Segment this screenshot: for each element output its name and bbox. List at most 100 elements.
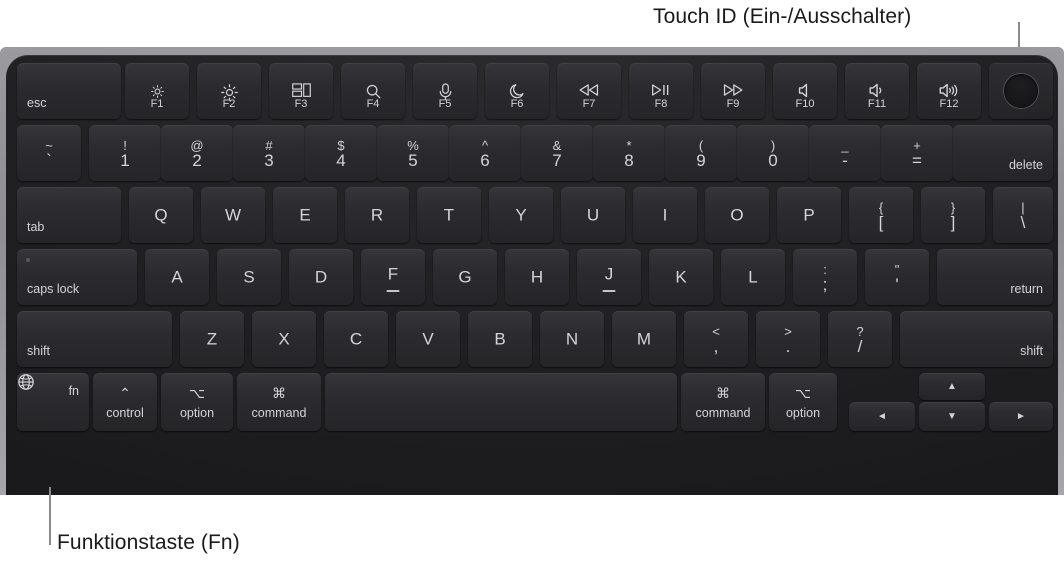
key-f4[interactable]: F4	[341, 63, 405, 119]
key-2[interactable]: @ 2	[161, 125, 233, 181]
key-f5[interactable]: F5	[413, 63, 477, 119]
key-touch-id[interactable]	[989, 63, 1053, 119]
key-t-label: T	[443, 205, 455, 225]
key-f[interactable]: F	[361, 249, 425, 305]
key-y[interactable]: Y	[489, 187, 553, 243]
key-u[interactable]: U	[561, 187, 625, 243]
key-h[interactable]: H	[505, 249, 569, 305]
key-5[interactable]: % 5	[377, 125, 449, 181]
key-c[interactable]: C	[324, 311, 388, 367]
key-arrow-left[interactable]: ◄	[849, 402, 915, 431]
key-1-lower: 1	[120, 151, 130, 170]
key-f1[interactable]: F1	[125, 63, 189, 119]
mission-control-icon	[269, 83, 333, 98]
key-arrow-up[interactable]: ▲	[919, 373, 985, 400]
key-7[interactable]: & 7	[521, 125, 593, 181]
key-e[interactable]: E	[273, 187, 337, 243]
key-3[interactable]: # 3	[233, 125, 305, 181]
control-symbol-icon: ⌃	[119, 385, 131, 401]
key-control[interactable]: ⌃ control	[93, 373, 157, 431]
key-g[interactable]: G	[433, 249, 497, 305]
fast-forward-icon	[701, 83, 765, 97]
key-shift-right[interactable]: shift	[900, 311, 1053, 367]
key-f3[interactable]: F3	[269, 63, 333, 119]
key-n[interactable]: N	[540, 311, 604, 367]
key-8[interactable]: * 8	[593, 125, 665, 181]
key-b[interactable]: B	[468, 311, 532, 367]
key-shift-left[interactable]: shift	[17, 311, 172, 367]
key-f7[interactable]: F7	[557, 63, 621, 119]
key-9-lower: 9	[696, 151, 706, 170]
key-comma[interactable]: < ,	[684, 311, 748, 367]
key-quote[interactable]: " '	[865, 249, 929, 305]
key-bracket-left[interactable]: { [	[849, 187, 913, 243]
key-arrow-down[interactable]: ▼	[919, 402, 985, 431]
key-return[interactable]: return	[937, 249, 1053, 305]
key-bracket-right[interactable]: } ]	[921, 187, 985, 243]
key-space[interactable]	[325, 373, 677, 431]
key-f9[interactable]: F9	[701, 63, 765, 119]
touch-id-icon	[1004, 74, 1038, 108]
key-6[interactable]: ^ 6	[449, 125, 521, 181]
key-1[interactable]: ! 1	[89, 125, 161, 181]
key-grave[interactable]: ~ `	[17, 125, 81, 181]
key-delete[interactable]: delete	[953, 125, 1053, 181]
key-option-right-label: option	[785, 405, 821, 420]
key-minus[interactable]: _ -	[809, 125, 881, 181]
key-m[interactable]: M	[612, 311, 676, 367]
key-period[interactable]: > .	[756, 311, 820, 367]
key-option-right[interactable]: ⌥ option	[769, 373, 837, 431]
key-equal[interactable]: + =	[881, 125, 953, 181]
key-f6[interactable]: F6	[485, 63, 549, 119]
key-bracket-left-lower: [	[878, 213, 884, 232]
volume-up-icon	[917, 83, 981, 98]
key-w[interactable]: W	[201, 187, 265, 243]
key-quote-lower: '	[895, 275, 899, 294]
key-p[interactable]: P	[777, 187, 841, 243]
key-h-label: H	[530, 267, 544, 287]
key-4[interactable]: $ 4	[305, 125, 377, 181]
key-f10[interactable]: F10	[773, 63, 837, 119]
key-arrow-right[interactable]: ►	[989, 402, 1053, 431]
key-f12[interactable]: F12	[917, 63, 981, 119]
key-command-left[interactable]: ⌘ command	[237, 373, 321, 431]
key-equal-lower: =	[912, 151, 922, 170]
key-slash[interactable]: ? /	[828, 311, 892, 367]
key-backslash[interactable]: | \	[993, 187, 1053, 243]
key-0[interactable]: ) 0	[737, 125, 809, 181]
key-z[interactable]: Z	[180, 311, 244, 367]
key-f4-fnumber: F4	[366, 98, 380, 110]
key-fn[interactable]: fn	[17, 373, 89, 431]
key-a[interactable]: A	[145, 249, 209, 305]
key-caps-lock[interactable]: caps lock	[17, 249, 137, 305]
key-w-label: W	[224, 205, 242, 225]
key-command-right[interactable]: ⌘ command	[681, 373, 765, 431]
key-x[interactable]: X	[252, 311, 316, 367]
key-f8[interactable]: F8	[629, 63, 693, 119]
key-l[interactable]: L	[721, 249, 785, 305]
key-f2[interactable]: F2	[197, 63, 261, 119]
key-v[interactable]: V	[396, 311, 460, 367]
key-tab[interactable]: tab	[17, 187, 121, 243]
key-option-left[interactable]: ⌥ option	[161, 373, 233, 431]
key-o[interactable]: O	[705, 187, 769, 243]
key-d[interactable]: D	[289, 249, 353, 305]
key-2-lower: 2	[192, 151, 202, 170]
key-esc[interactable]: esc	[17, 63, 121, 119]
key-k[interactable]: K	[649, 249, 713, 305]
key-q[interactable]: Q	[129, 187, 193, 243]
key-s[interactable]: S	[217, 249, 281, 305]
key-9[interactable]: ( 9	[665, 125, 737, 181]
key-minus-lower: -	[842, 151, 848, 170]
key-i[interactable]: I	[633, 187, 697, 243]
key-f11[interactable]: F11	[845, 63, 909, 119]
key-t[interactable]: T	[417, 187, 481, 243]
key-period-lower: .	[785, 337, 791, 356]
key-7-lower: 7	[552, 151, 562, 170]
key-j[interactable]: J	[577, 249, 641, 305]
key-5-lower: 5	[408, 151, 418, 170]
key-j-label: J	[604, 264, 614, 284]
key-r[interactable]: R	[345, 187, 409, 243]
key-semicolon[interactable]: : ;	[793, 249, 857, 305]
key-option-left-label: option	[179, 405, 215, 420]
